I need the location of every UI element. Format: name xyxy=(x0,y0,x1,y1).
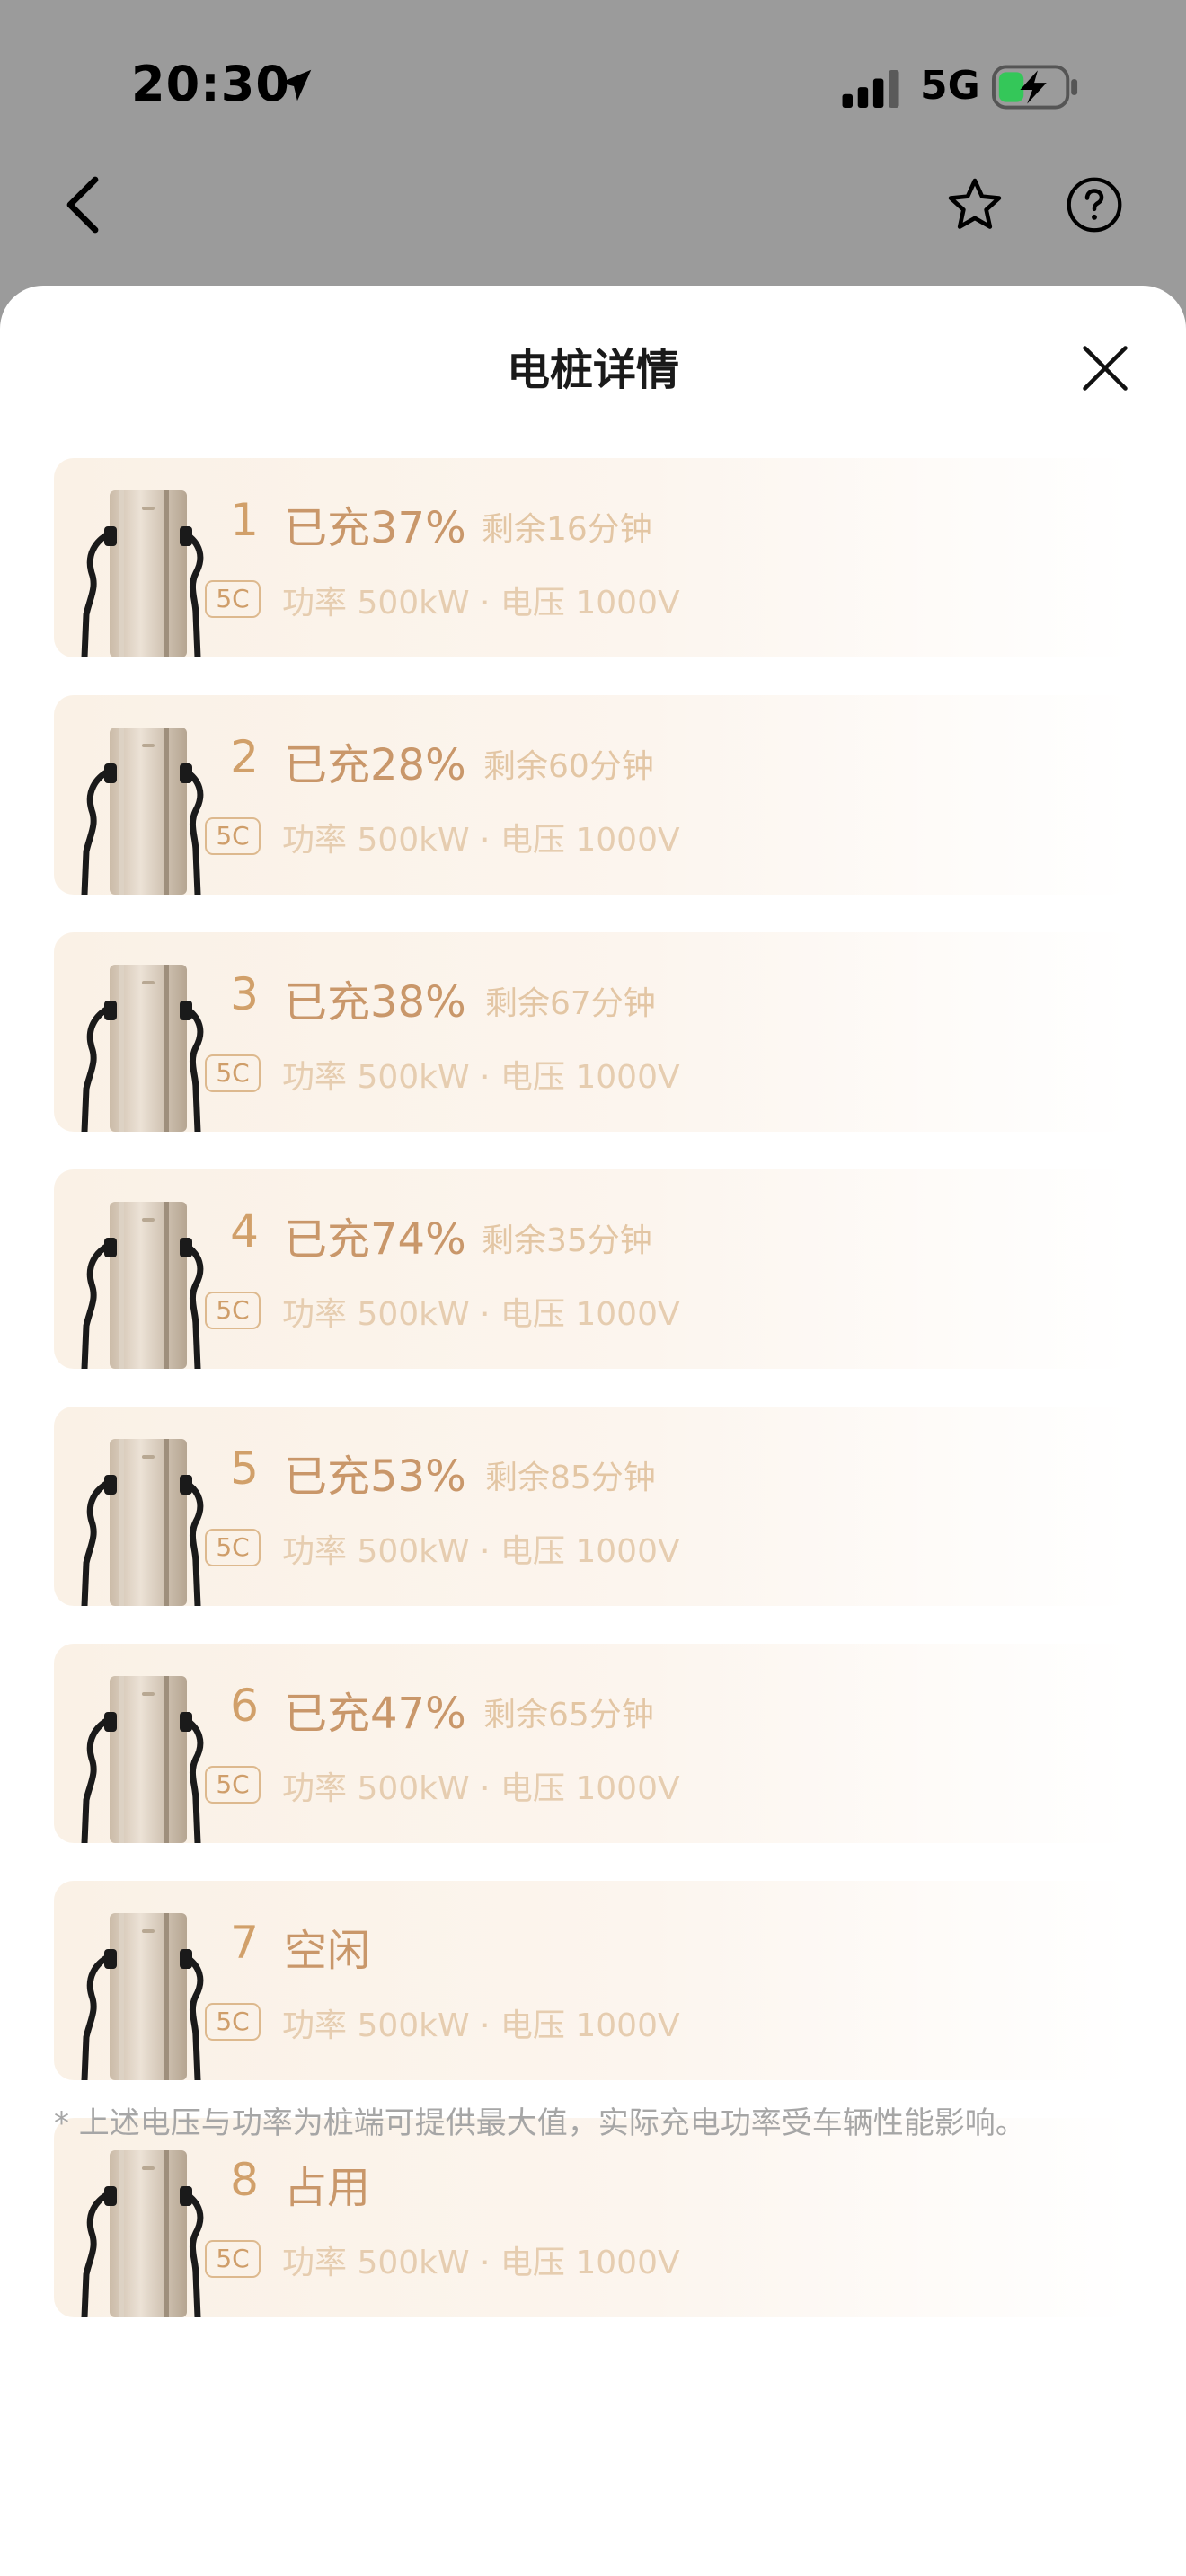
pile-spec: 功率 500kW · 电压 1000V xyxy=(282,1059,680,1096)
pile-spec: 功率 500kW · 电压 1000V xyxy=(282,2245,680,2281)
pile-card-2[interactable]: 2 已充28% 剩余60分钟 5C 功率 500kW · 电压 1000V xyxy=(54,695,1132,895)
pile-card-5[interactable]: 5 已充53% 剩余85分钟 5C 功率 500kW · 电压 1000V xyxy=(54,1407,1132,1606)
pile-card-3[interactable]: 3 已充38% 剩余67分钟 5C 功率 500kW · 电压 1000V xyxy=(54,932,1132,1132)
charger-pile-image xyxy=(81,1439,204,1606)
power-level-badge: 5C xyxy=(205,1766,261,1804)
chevron-left-icon[interactable] xyxy=(56,171,106,239)
pile-remaining-time: 剩余67分钟 xyxy=(485,985,656,1022)
pile-number: 3 xyxy=(230,968,259,1020)
pile-status: 已充74% xyxy=(284,1214,466,1265)
cell-signal-icon xyxy=(842,70,899,108)
sheet-title: 电桩详情 xyxy=(506,345,679,395)
pile-spec: 功率 500kW · 电压 1000V xyxy=(282,2007,680,2044)
pile-status: 空闲 xyxy=(284,1926,371,1976)
charger-pile-image xyxy=(81,1202,204,1369)
charger-pile-image xyxy=(81,1913,204,2080)
pile-spec: 功率 500kW · 电压 1000V xyxy=(282,1296,680,1333)
pile-remaining-time: 剩余65分钟 xyxy=(483,1697,654,1734)
pile-number: 1 xyxy=(230,494,259,546)
battery-charging-icon xyxy=(992,65,1078,110)
pile-card-8[interactable]: 8 占用 5C 功率 500kW · 电压 1000V xyxy=(54,2118,1132,2317)
pile-card-6[interactable]: 6 已充47% 剩余65分钟 5C 功率 500kW · 电压 1000V xyxy=(54,1644,1132,1843)
pile-remaining-time: 剩余60分钟 xyxy=(483,748,654,785)
power-level-badge: 5C xyxy=(205,2003,261,2041)
pile-spec: 功率 500kW · 电压 1000V xyxy=(282,822,680,859)
pile-card-4[interactable]: 4 已充74% 剩余35分钟 5C 功率 500kW · 电压 1000V xyxy=(54,1169,1132,1369)
pile-number: 5 xyxy=(230,1442,259,1495)
power-level-badge: 5C xyxy=(205,817,261,855)
charger-pile-image xyxy=(81,490,204,657)
pile-status: 占用 xyxy=(284,2163,371,2213)
pile-remaining-time: 剩余16分钟 xyxy=(482,511,652,548)
charger-pile-image xyxy=(81,965,204,1132)
power-level-badge: 5C xyxy=(205,1292,261,1329)
network-type: 5G xyxy=(920,63,980,109)
pile-remaining-time: 剩余35分钟 xyxy=(482,1222,652,1259)
pile-number: 7 xyxy=(230,1917,259,1969)
pile-remaining-time: 剩余85分钟 xyxy=(485,1460,656,1496)
close-x-icon[interactable] xyxy=(1078,341,1132,395)
pile-number: 4 xyxy=(230,1205,259,1257)
pile-status: 已充37% xyxy=(284,503,466,553)
power-level-badge: 5C xyxy=(205,1054,261,1092)
pile-details-sheet: 电桩详情 1 已充37% 剩余16分钟 5C 功率 500kW · 电压 100… xyxy=(0,286,1186,2576)
pile-card-7[interactable]: 7 空闲 5C 功率 500kW · 电压 1000V xyxy=(54,1881,1132,2080)
pile-spec: 功率 500kW · 电压 1000V xyxy=(282,1770,680,1807)
location-arrow-icon xyxy=(279,69,312,101)
question-circle-icon[interactable] xyxy=(1066,176,1123,234)
power-level-badge: 5C xyxy=(205,580,261,618)
pile-spec: 功率 500kW · 电压 1000V xyxy=(282,585,680,622)
pile-status: 已充28% xyxy=(284,740,466,790)
charger-pile-image xyxy=(81,1676,204,1843)
footnote-disclaimer: * 上述电压与功率为桩端可提供最大值，实际充电功率受车辆性能影响。 xyxy=(54,2105,1026,2141)
pile-number: 8 xyxy=(230,2154,259,2206)
pile-spec: 功率 500kW · 电压 1000V xyxy=(282,1533,680,1570)
status-time: 20:30 xyxy=(131,56,290,112)
star-outline-icon[interactable] xyxy=(943,175,1006,234)
charger-pile-image xyxy=(81,728,204,895)
pile-list: 1 已充37% 剩余16分钟 5C 功率 500kW · 电压 1000V 2 … xyxy=(54,458,1132,2355)
charger-pile-image xyxy=(81,2150,204,2317)
status-bar: 20:30 5G xyxy=(0,0,1186,171)
pile-status: 已充47% xyxy=(284,1689,466,1739)
pile-status: 已充38% xyxy=(284,977,466,1028)
pile-status: 已充53% xyxy=(284,1451,466,1502)
pile-card-1[interactable]: 1 已充37% 剩余16分钟 5C 功率 500kW · 电压 1000V xyxy=(54,458,1132,657)
home-indicator xyxy=(0,2558,1186,2576)
power-level-badge: 5C xyxy=(205,2240,261,2278)
pile-number: 2 xyxy=(230,731,259,783)
pile-number: 6 xyxy=(230,1680,259,1732)
power-level-badge: 5C xyxy=(205,1529,261,1566)
